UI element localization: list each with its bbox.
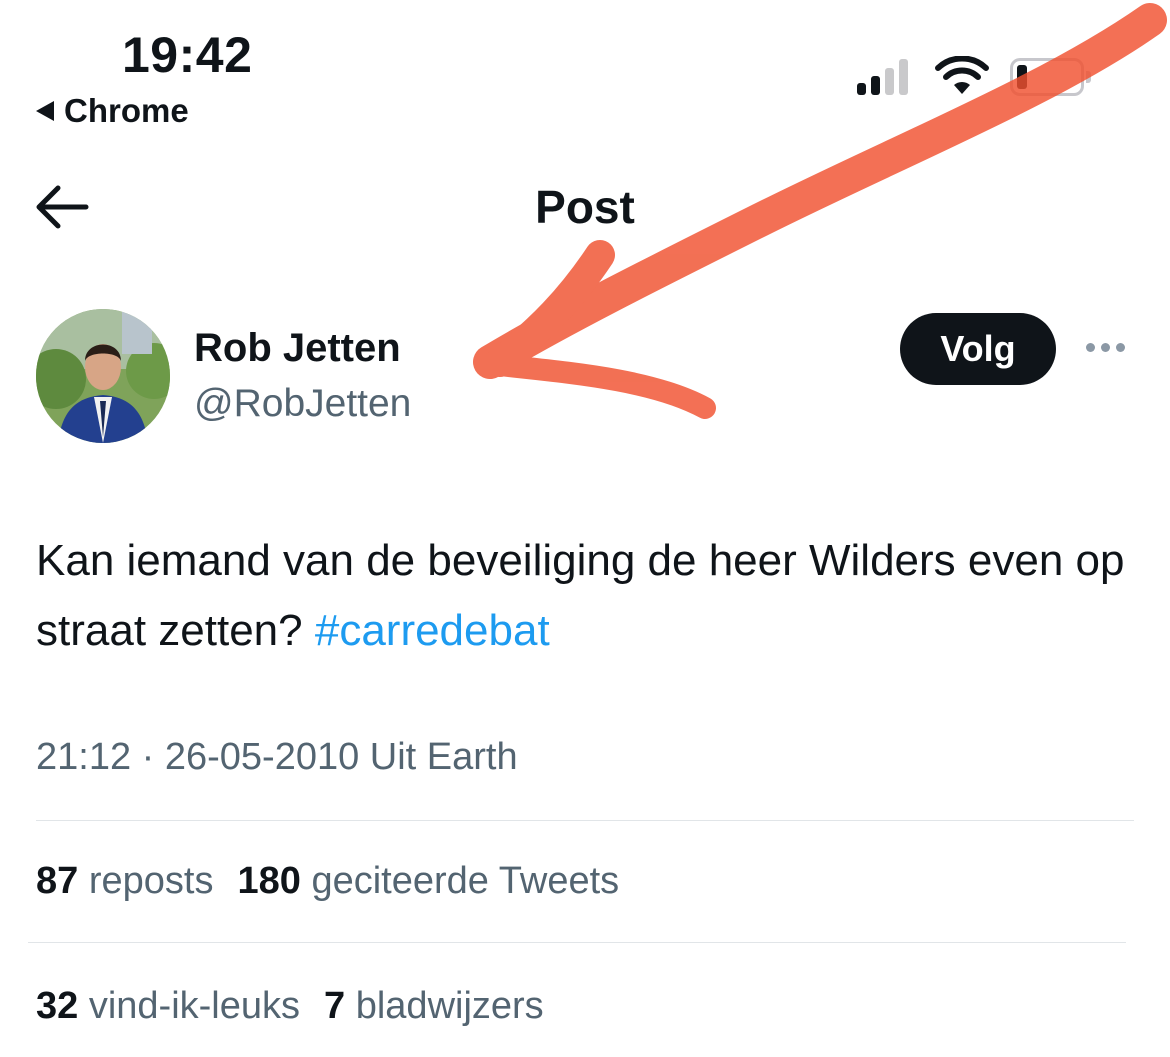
back-to-app-button[interactable]: Chrome: [36, 92, 189, 130]
more-options-icon[interactable]: [1086, 343, 1125, 352]
likes-stat[interactable]: 32 vind-ik-leuks: [36, 985, 300, 1028]
battery-icon: [1010, 58, 1091, 96]
follow-button[interactable]: Volg: [900, 313, 1056, 385]
quotes-stat[interactable]: 180 geciteerde Tweets: [237, 860, 619, 903]
bookmarks-label: bladwijzers: [355, 985, 544, 1027]
divider: [28, 942, 1126, 943]
back-app-label: Chrome: [64, 92, 189, 129]
back-triangle-icon: [36, 101, 54, 121]
page-title: Post: [535, 181, 635, 233]
divider: [36, 820, 1134, 821]
reposts-stat[interactable]: 87 reposts: [36, 860, 213, 903]
wifi-icon: [935, 56, 989, 94]
stats-row-likes: 32 vind-ik-leuks 7 bladwijzers: [36, 985, 544, 1028]
reposts-count: 87: [36, 860, 79, 902]
tweet-timestamp: 21:12 · 26-05-2010 Uit Earth: [36, 736, 518, 778]
quotes-label: geciteerde Tweets: [311, 860, 620, 902]
tweet-text: Kan iemand van de beveiliging de heer Wi…: [36, 526, 1136, 666]
bookmarks-stat[interactable]: 7 bladwijzers: [324, 985, 544, 1028]
quotes-count: 180: [237, 860, 301, 902]
hashtag-link[interactable]: #carredebat: [315, 606, 550, 655]
bookmarks-count: 7: [324, 985, 346, 1027]
cellular-signal-icon: [857, 57, 908, 95]
avatar[interactable]: [36, 309, 170, 443]
likes-label: vind-ik-leuks: [88, 985, 301, 1027]
tweet-body: Kan iemand van de beveiliging de heer Wi…: [36, 536, 1125, 655]
likes-count: 32: [36, 985, 79, 1027]
reposts-label: reposts: [88, 860, 214, 902]
status-time: 19:42: [122, 27, 253, 83]
stats-row-reposts: 87 reposts 180 geciteerde Tweets: [36, 860, 619, 903]
author-handle[interactable]: @RobJetten: [194, 382, 411, 426]
author-name[interactable]: Rob Jetten: [194, 326, 401, 371]
